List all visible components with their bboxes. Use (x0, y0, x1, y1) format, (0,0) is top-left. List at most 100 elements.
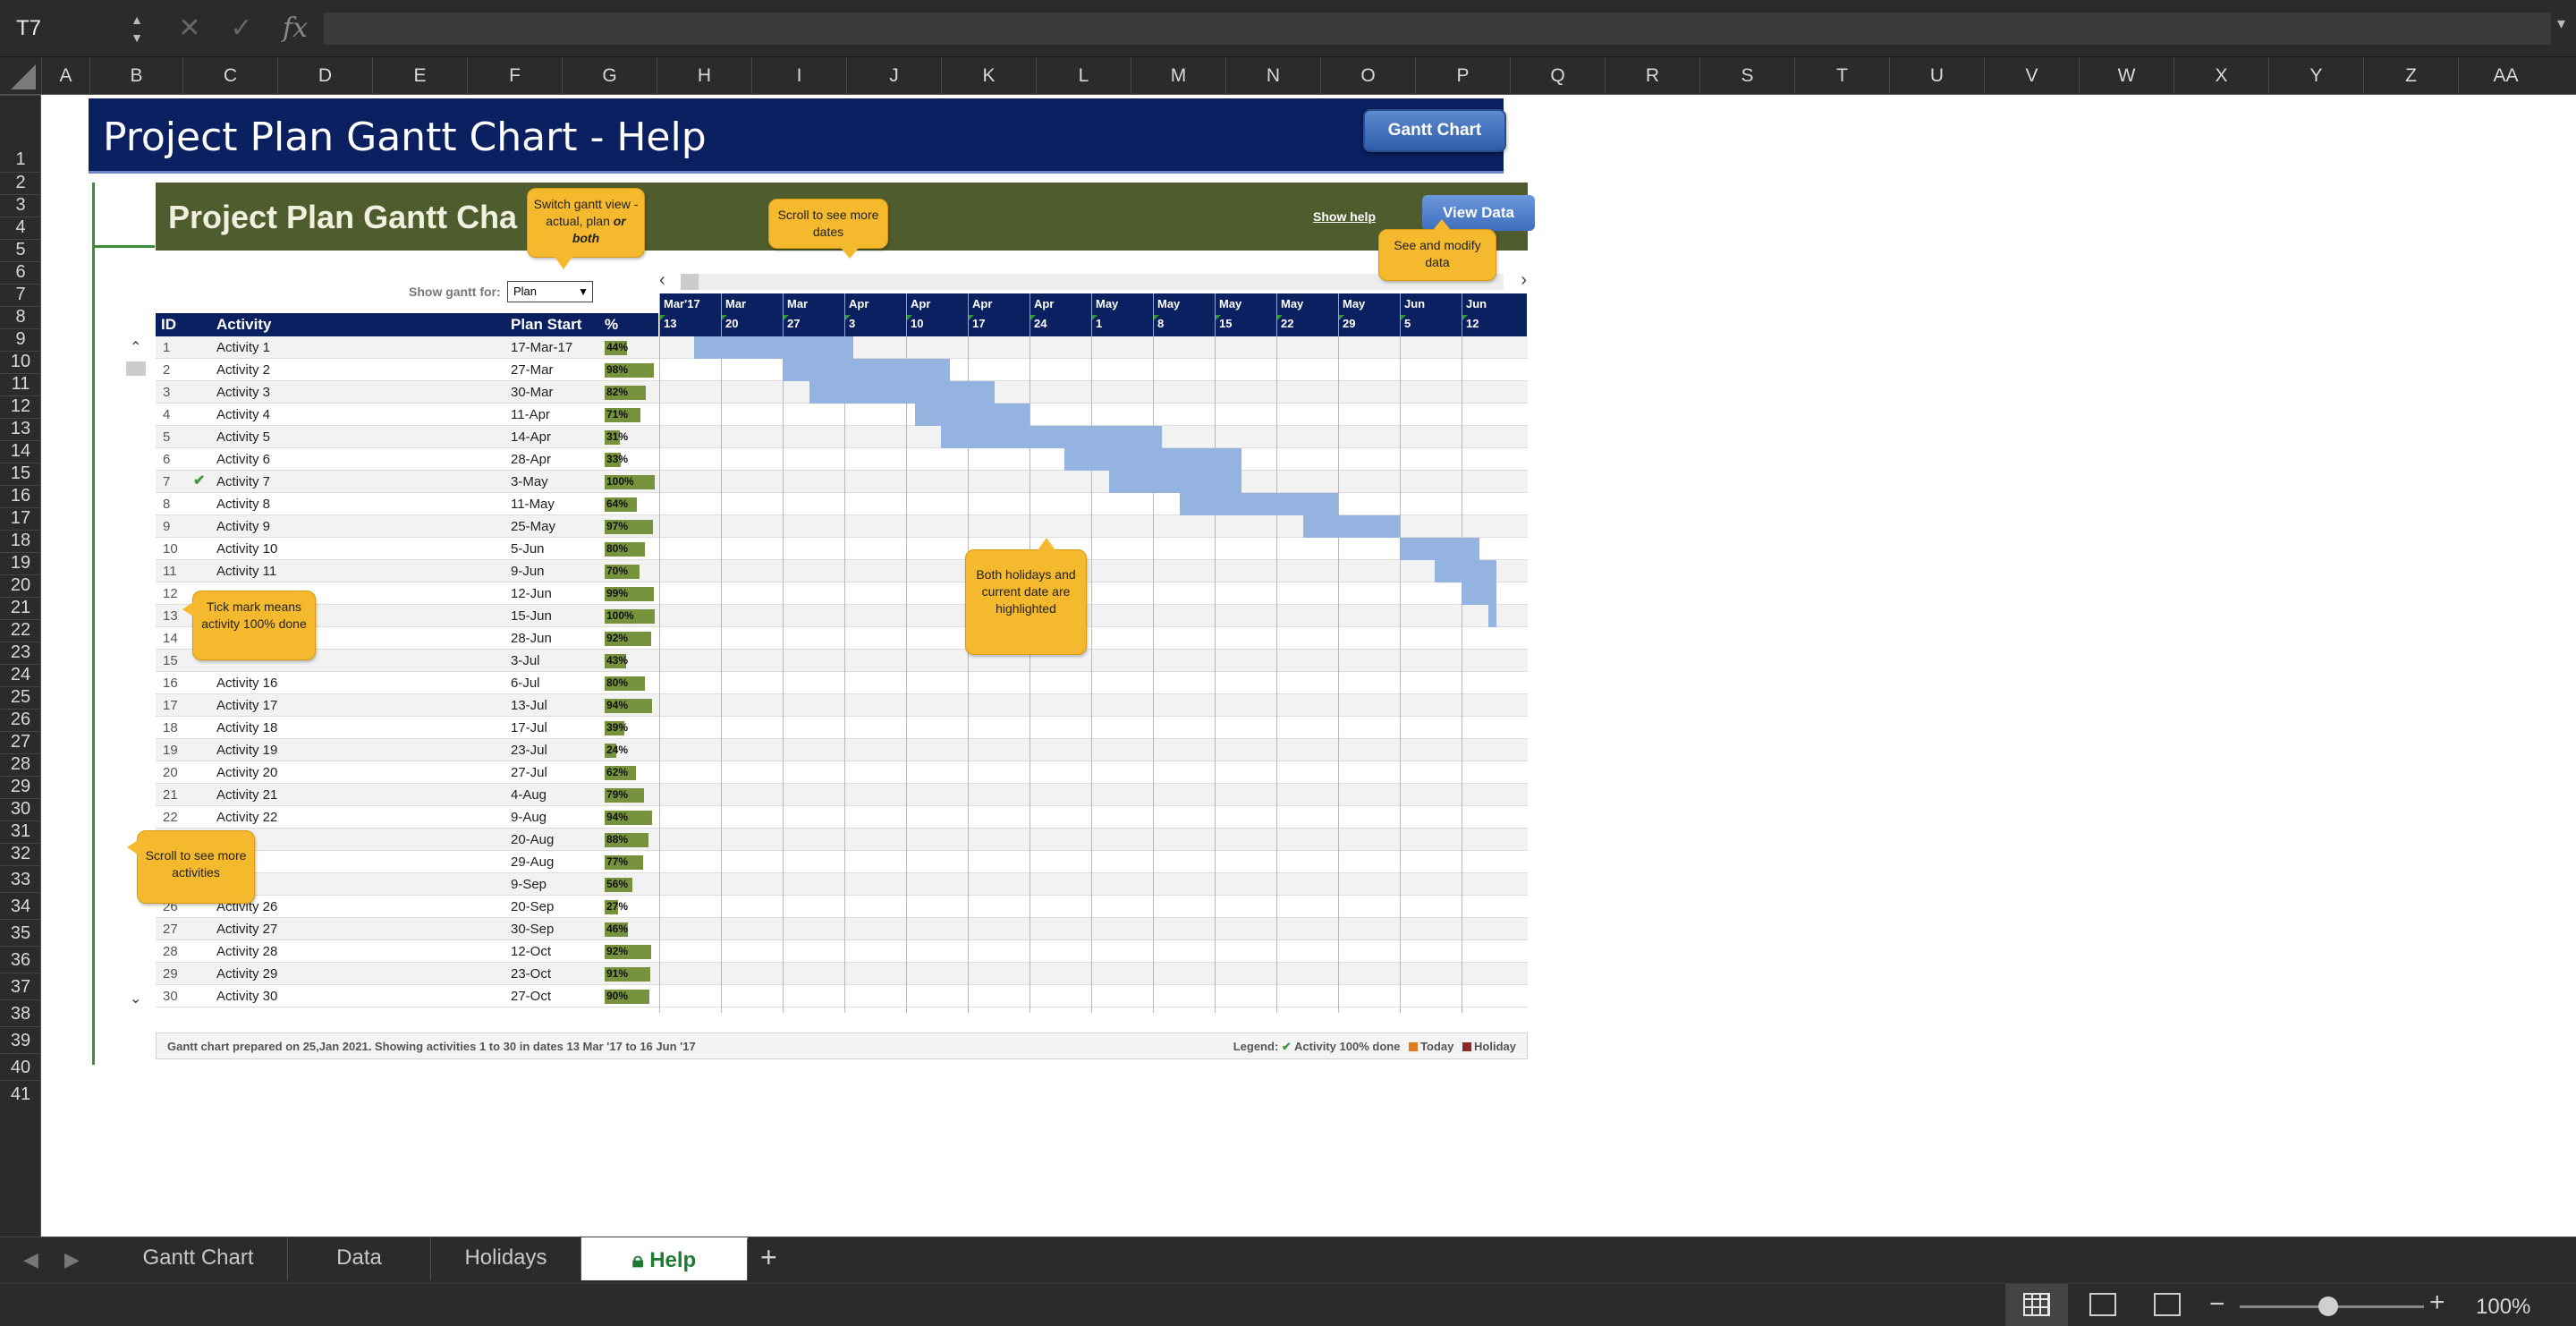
scroll-left-icon[interactable]: ‹ (659, 270, 665, 291)
timeline-scroll-thumb[interactable] (681, 274, 699, 290)
prev-sheet-icon[interactable]: ◀ (23, 1248, 38, 1271)
table-row[interactable]: 13 15-Jun 100% (156, 605, 1528, 627)
table-row[interactable]: 27 Activity 27 30-Sep 46% (156, 918, 1528, 940)
column-header[interactable]: K (941, 57, 1036, 95)
table-row[interactable]: 4 Activity 4 11-Apr 71% (156, 404, 1528, 426)
column-header[interactable]: Q (1510, 57, 1605, 95)
row-header[interactable]: 16 (0, 485, 40, 507)
row-header[interactable]: 28 (0, 753, 40, 776)
row-header[interactable]: 11 (0, 373, 40, 395)
table-row[interactable]: 21 Activity 21 4-Aug 79% (156, 784, 1528, 806)
column-header[interactable]: I (751, 57, 846, 95)
table-row[interactable]: 25ity 259-Sep56% (156, 873, 1528, 896)
table-row[interactable]: 28 Activity 28 12-Oct 92% (156, 940, 1528, 963)
table-row[interactable]: 26 Activity 26 20-Sep 27% (156, 896, 1528, 918)
row-header[interactable]: 37 (0, 973, 40, 999)
row-header[interactable]: 25 (0, 686, 40, 709)
row-header[interactable]: 18 (0, 530, 40, 552)
column-header[interactable]: R (1605, 57, 1699, 95)
row-header[interactable]: 17 (0, 507, 40, 530)
row-header[interactable]: 3 (0, 194, 40, 217)
expand-formula-bar-icon[interactable]: ▾ (2557, 14, 2565, 33)
row-header[interactable]: 31 (0, 820, 40, 843)
zoom-out-button[interactable]: − (2209, 1289, 2225, 1320)
column-header[interactable]: J (846, 57, 941, 95)
column-header[interactable]: Z (2363, 57, 2458, 95)
table-row[interactable]: 7 ✔ Activity 7 3-May 100% (156, 471, 1528, 493)
row-header[interactable]: 19 (0, 552, 40, 574)
table-row[interactable]: 10 Activity 10 5-Jun 80% (156, 538, 1528, 560)
row-header[interactable]: 34 (0, 892, 40, 919)
column-header[interactable]: X (2174, 57, 2268, 95)
sheet-tab[interactable]: 🔒︎ Help (581, 1237, 748, 1280)
select-all-button[interactable] (0, 57, 41, 95)
page-break-view-icon[interactable] (2154, 1293, 2181, 1316)
activity-scroll-thumb[interactable] (126, 361, 146, 376)
row-header[interactable]: 2 (0, 172, 40, 194)
page-layout-view-icon[interactable] (2089, 1293, 2116, 1316)
table-row[interactable]: 20 Activity 20 27-Jul 62% (156, 761, 1528, 784)
column-header[interactable]: T (1794, 57, 1889, 95)
column-header[interactable]: S (1699, 57, 1794, 95)
row-header[interactable]: 10 (0, 351, 40, 373)
table-row[interactable]: 23ity 2320-Aug88% (156, 829, 1528, 851)
column-header[interactable]: C (182, 57, 277, 95)
row-header[interactable]: 6 (0, 261, 40, 284)
row-header[interactable]: 5 (0, 239, 40, 261)
zoom-slider-thumb[interactable] (2318, 1296, 2338, 1316)
sheet-tab[interactable]: Holidays (431, 1237, 581, 1280)
table-row[interactable]: 22 Activity 22 9-Aug 94% (156, 806, 1528, 829)
table-row[interactable]: 15 3-Jul 43% (156, 650, 1528, 672)
column-header[interactable]: W (2079, 57, 2174, 95)
row-header[interactable]: 40 (0, 1053, 40, 1080)
row-header[interactable]: 1 (0, 95, 40, 172)
formula-input[interactable] (324, 13, 2551, 45)
table-row[interactable]: 24ity 2429-Aug77% (156, 851, 1528, 873)
column-header[interactable]: H (657, 57, 751, 95)
column-header[interactable]: P (1415, 57, 1510, 95)
worksheet-grid[interactable]: Project Plan Gantt Chart - Help Gantt Ch… (42, 95, 2576, 1237)
row-header[interactable]: 30 (0, 798, 40, 820)
row-header[interactable]: 33 (0, 865, 40, 892)
column-header[interactable]: O (1320, 57, 1415, 95)
column-header[interactable]: L (1036, 57, 1131, 95)
table-row[interactable]: 30 Activity 30 27-Oct 90% (156, 985, 1528, 1007)
scroll-up-icon[interactable]: ⌃ (130, 338, 141, 356)
row-header[interactable]: 26 (0, 709, 40, 731)
insert-function-icon[interactable]: fx (277, 11, 313, 47)
column-header[interactable]: V (1984, 57, 2079, 95)
column-header[interactable]: D (277, 57, 372, 95)
row-header[interactable]: 23 (0, 642, 40, 664)
row-header[interactable]: 27 (0, 731, 40, 753)
name-box-spinner-icon[interactable]: ▲ ▼ (129, 11, 145, 47)
column-header[interactable]: F (467, 57, 562, 95)
row-header[interactable]: 20 (0, 574, 40, 597)
table-row[interactable]: 29 Activity 29 23-Oct 91% (156, 963, 1528, 985)
row-header[interactable]: 35 (0, 919, 40, 946)
row-header[interactable]: 22 (0, 619, 40, 642)
normal-view-button[interactable] (2005, 1284, 2068, 1326)
column-header[interactable]: A (41, 57, 89, 95)
column-header[interactable]: Y (2268, 57, 2363, 95)
row-header[interactable]: 7 (0, 284, 40, 306)
column-header[interactable]: AA (2458, 57, 2553, 95)
row-header[interactable]: 13 (0, 418, 40, 440)
table-row[interactable]: 12 12-Jun 99% (156, 582, 1528, 605)
column-header[interactable]: G (562, 57, 657, 95)
row-header[interactable]: 12 (0, 395, 40, 418)
next-sheet-icon[interactable]: ▶ (64, 1248, 80, 1271)
show-help-link[interactable]: Show help (1313, 209, 1376, 224)
table-row[interactable]: 6 Activity 6 28-Apr 33% (156, 448, 1528, 471)
zoom-in-button[interactable]: + (2429, 1288, 2445, 1318)
enter-icon[interactable]: ✓ (224, 11, 259, 47)
row-header[interactable]: 38 (0, 999, 40, 1026)
table-row[interactable]: 18 Activity 18 17-Jul 39% (156, 717, 1528, 739)
cancel-icon[interactable]: ✕ (172, 11, 208, 47)
table-row[interactable]: 14 28-Jun 92% (156, 627, 1528, 650)
column-header[interactable]: B (89, 57, 182, 95)
table-row[interactable]: 16 Activity 16 6-Jul 80% (156, 672, 1528, 694)
column-header[interactable]: N (1225, 57, 1320, 95)
column-header[interactable]: M (1131, 57, 1225, 95)
table-row[interactable]: 11 Activity 11 9-Jun 70% (156, 560, 1528, 582)
scroll-right-icon[interactable]: › (1521, 270, 1527, 291)
